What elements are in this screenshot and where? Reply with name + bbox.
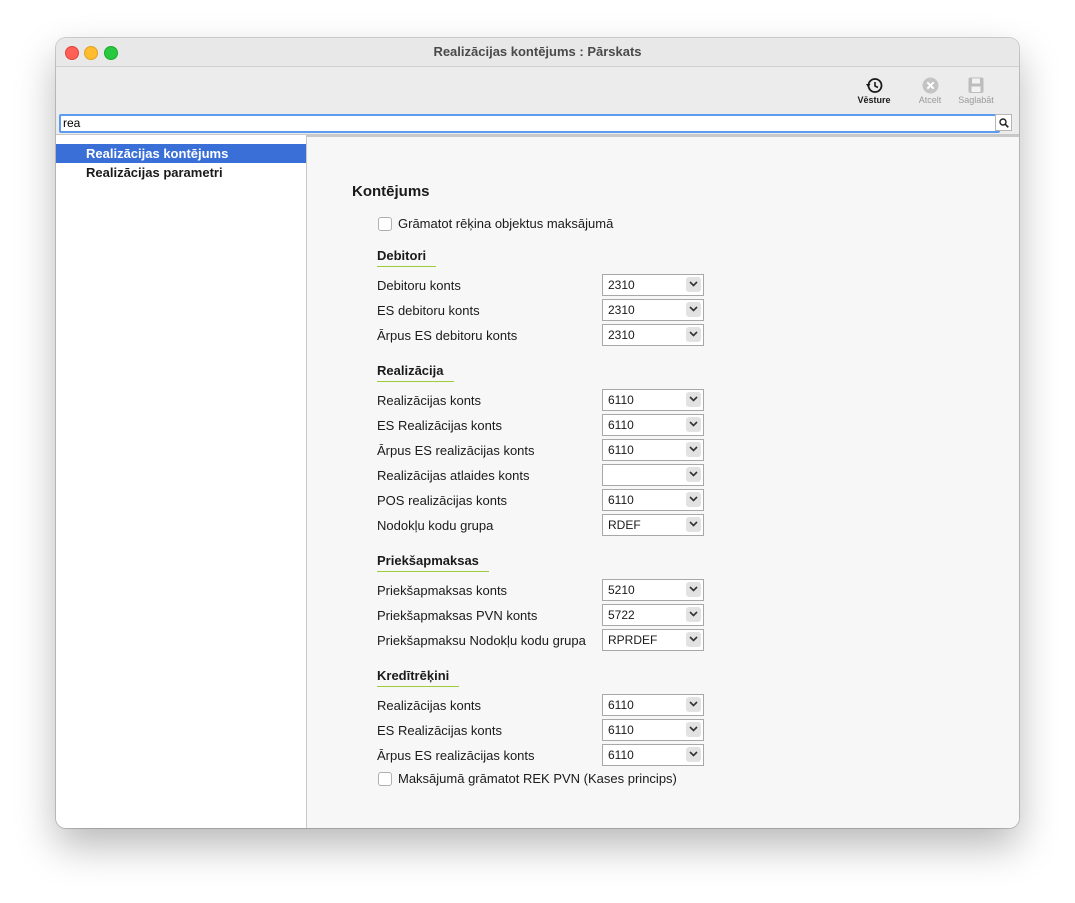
window-title: Realizācijas kontējums : Pārskats	[433, 44, 642, 59]
select-prieksapmaksas-konts[interactable]: 5210	[602, 579, 704, 601]
chevron-down-icon[interactable]	[686, 417, 701, 432]
chevron-down-icon[interactable]	[686, 582, 701, 597]
chevron-down-icon[interactable]	[686, 492, 701, 507]
cancel-button[interactable]: Atcelt	[905, 77, 955, 105]
select-value: 6110	[608, 393, 634, 407]
select-nodoklu-kodu-grupa[interactable]: RDEF	[602, 514, 704, 536]
form-panel: Kontējums Grāmatot rēķina objektus maksā…	[307, 134, 1019, 828]
select-value: RDEF	[608, 518, 641, 532]
chevron-down-icon[interactable]	[686, 277, 701, 292]
field-label: Realizācijas atlaides konts	[377, 468, 530, 483]
search-button[interactable]	[995, 114, 1012, 131]
checkbox-box[interactable]	[378, 217, 392, 231]
history-icon	[866, 78, 883, 93]
field-label: ES Realizācijas konts	[377, 418, 502, 433]
select-arpus-es-debitoru-konts[interactable]: 2310	[602, 324, 704, 346]
search-icon	[999, 118, 1009, 128]
field-label: Priekšapmaksas konts	[377, 583, 508, 598]
group-title-kreditrekini: Kredītrēķini	[377, 668, 460, 687]
select-prieksapmaksas-pvn-konts[interactable]: 5722	[602, 604, 704, 626]
search-bar: rea	[56, 112, 1019, 134]
select-kred-arpus-es-realizacijas-konts[interactable]: 6110	[602, 744, 704, 766]
chevron-down-icon[interactable]	[686, 302, 701, 317]
field-label: ES Realizācijas konts	[377, 723, 502, 738]
save-icon	[968, 77, 984, 93]
field-label: POS realizācijas konts	[377, 493, 508, 508]
chevron-down-icon[interactable]	[686, 747, 701, 762]
chevron-down-icon[interactable]	[686, 632, 701, 647]
field-label: Realizācijas konts	[377, 698, 482, 713]
select-realizacijas-atlaides-konts[interactable]	[602, 464, 704, 486]
select-value: 2310	[608, 303, 635, 317]
select-value: 6110	[608, 698, 634, 712]
select-kred-realizacijas-konts[interactable]: 6110	[602, 694, 704, 716]
select-es-debitoru-konts[interactable]: 2310	[602, 299, 704, 321]
title-bar: Realizācijas kontējums : Pārskats	[56, 38, 1019, 67]
field-label: Ārpus ES realizācijas konts	[377, 748, 535, 763]
sidebar-item-realizacijas-kontejums[interactable]: Realizācijas kontējums	[56, 144, 306, 163]
select-value: 6110	[608, 748, 634, 762]
search-input[interactable]: rea	[59, 114, 1000, 133]
field-label: Ārpus ES debitoru konts	[377, 328, 518, 343]
group-title-realizacija: Realizācija	[377, 363, 454, 382]
app-window: Realizācijas kontējums : Pārskats Vēstur…	[56, 38, 1019, 828]
select-value: RPRDEF	[608, 633, 658, 647]
select-value: 6110	[608, 418, 634, 432]
field-label: Priekšapmaksas PVN konts	[377, 608, 538, 623]
select-value: 5722	[608, 608, 635, 622]
checkbox-label: Grāmatot rēķina objektus maksājumā	[398, 216, 614, 231]
select-kred-es-realizacijas-konts[interactable]: 6110	[602, 719, 704, 741]
save-button[interactable]: Saglabāt	[951, 77, 1001, 105]
select-arpus-es-realizacijas-konts[interactable]: 6110	[602, 439, 704, 461]
select-debitoru-konts[interactable]: 2310	[602, 274, 704, 296]
select-es-realizacijas-konts[interactable]: 6110	[602, 414, 704, 436]
checkbox-box[interactable]	[378, 772, 392, 786]
select-prieksapmaksu-nodoklu-kodu-grupa[interactable]: RPRDEF	[602, 629, 704, 651]
group-title-priekssapmaksas: Priekšapmaksas	[377, 553, 489, 572]
form-title: Kontējums	[352, 183, 430, 200]
save-label: Saglabāt	[958, 95, 994, 105]
select-value: 6110	[608, 493, 634, 507]
field-label: Nodokļu kodu grupa	[377, 518, 494, 533]
field-label: ES debitoru konts	[377, 303, 480, 318]
chevron-down-icon[interactable]	[686, 392, 701, 407]
history-label: Vēsture	[857, 95, 891, 105]
select-pos-realizacijas-konts[interactable]: 6110	[602, 489, 704, 511]
history-button[interactable]: Vēsture	[849, 77, 899, 105]
select-value: 6110	[608, 723, 634, 737]
sidebar-item-realizacijas-parametri[interactable]: Realizācijas parametri	[56, 163, 306, 182]
cancel-label: Atcelt	[918, 95, 942, 105]
cancel-icon	[922, 77, 938, 94]
field-label: Debitoru konts	[377, 278, 461, 293]
select-realizacijas-konts[interactable]: 6110	[602, 389, 704, 411]
toolbar: Vēsture Atcelt Saglabāt	[56, 67, 1019, 112]
select-value: 2310	[608, 278, 635, 292]
select-value: 5210	[608, 583, 635, 597]
chevron-down-icon[interactable]	[686, 517, 701, 532]
select-value: 6110	[608, 443, 634, 457]
checkbox-label: Maksājumā grāmatot REK PVN (Kases princi…	[398, 771, 677, 786]
chevron-down-icon[interactable]	[686, 467, 701, 482]
chevron-down-icon[interactable]	[686, 697, 701, 712]
sidebar: Realizācijas kontējums Realizācijas para…	[56, 134, 307, 828]
chevron-down-icon[interactable]	[686, 722, 701, 737]
field-label: Realizācijas konts	[377, 393, 482, 408]
field-label: Priekšapmaksu Nodokļu kodu grupa	[377, 633, 586, 648]
field-label: Ārpus ES realizācijas konts	[377, 443, 535, 458]
select-value: 2310	[608, 328, 635, 342]
chevron-down-icon[interactable]	[686, 327, 701, 342]
group-title-debitori: Debitori	[377, 248, 437, 267]
chevron-down-icon[interactable]	[686, 442, 701, 457]
chevron-down-icon[interactable]	[686, 607, 701, 622]
